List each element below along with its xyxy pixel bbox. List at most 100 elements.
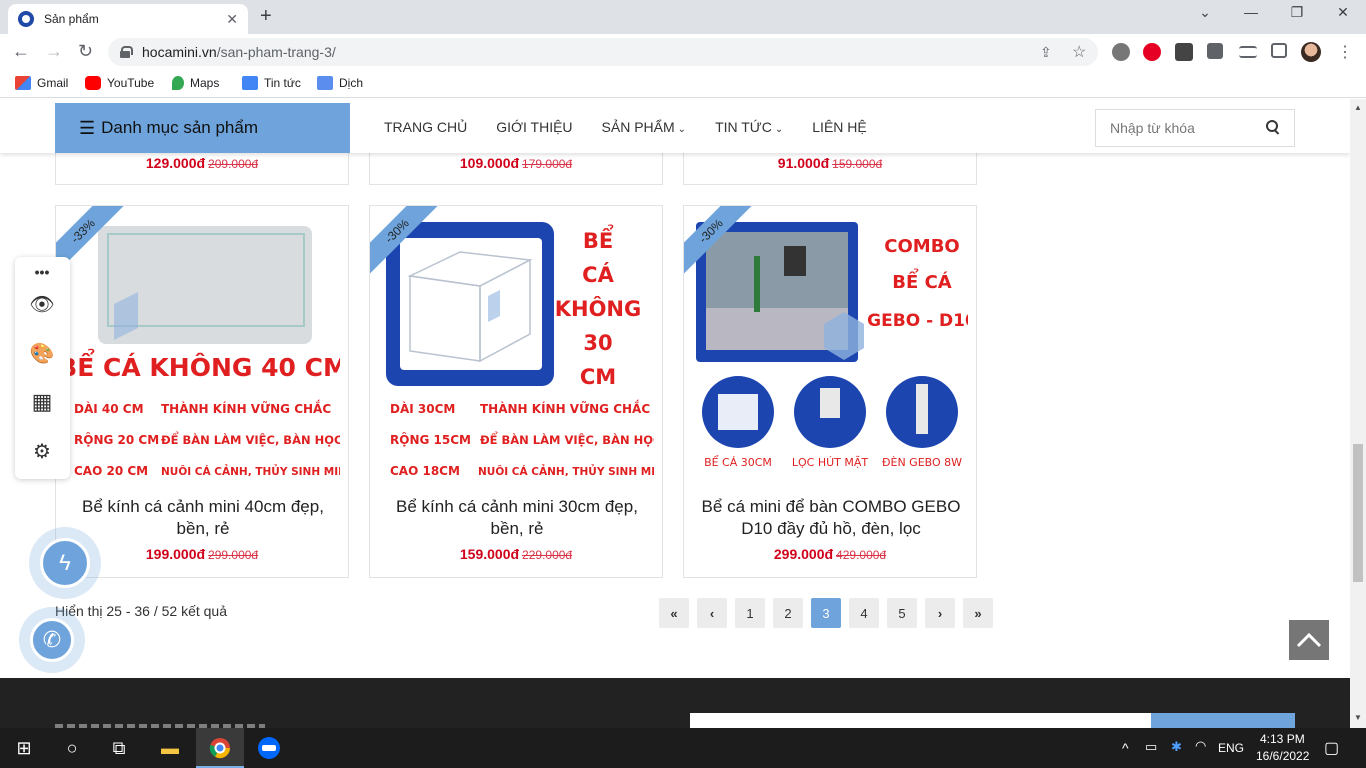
- category-menu-button[interactable]: ☰ Danh mục sản phẩm: [55, 103, 350, 153]
- side-panel-icon[interactable]: [1271, 43, 1287, 58]
- product-image[interactable]: BỂ CÁ KHÔNG 40 CM DÀI 40 CM RỘNG 20 CM C…: [66, 216, 340, 476]
- search-input[interactable]: [1110, 120, 1260, 136]
- nav-news[interactable]: TIN TỨC ⌄: [715, 119, 783, 135]
- notification-icon[interactable]: ▢: [1324, 738, 1339, 758]
- call-button[interactable]: ✆: [19, 607, 85, 673]
- bookmark-news[interactable]: Tin tức: [242, 76, 301, 90]
- bookmark-maps[interactable]: Maps: [172, 76, 219, 90]
- page-scrollbar[interactable]: ▲ ▼: [1350, 99, 1366, 728]
- nav-contact[interactable]: LIÊN HỆ: [812, 119, 866, 135]
- minimize-icon[interactable]: —: [1228, 4, 1274, 20]
- nav-about[interactable]: GIỚI THIỆU: [496, 119, 572, 135]
- first-page-icon[interactable]: «: [659, 598, 689, 628]
- bookmark-translate[interactable]: Dịch: [317, 76, 363, 90]
- page-link-current[interactable]: 3: [811, 598, 841, 628]
- windows-taskbar: ⊞ ○ ⧉ ▬ ^ ▭ ✱ ◠ ENG 4:13 PM 16/6/2022 ▢: [0, 728, 1366, 768]
- language-indicator[interactable]: ENG: [1218, 741, 1244, 755]
- page-link[interactable]: 1: [735, 598, 765, 628]
- search-circle-icon[interactable]: ○: [60, 736, 84, 760]
- extension-gear-icon[interactable]: [1112, 43, 1130, 61]
- mendeley-icon[interactable]: [1175, 43, 1193, 61]
- product-name[interactable]: Bể kính cá cảnh mini 40cm đẹp, bền, rẻ: [64, 496, 342, 540]
- pinterest-icon[interactable]: [1143, 43, 1161, 61]
- newsletter-submit-button[interactable]: [1151, 713, 1295, 728]
- search-form: [1095, 109, 1295, 147]
- page-viewport: ☰ Danh mục sản phẩm TRANG CHỦ GIỚI THIỆU…: [0, 99, 1350, 728]
- chevron-down-icon: ⌄: [774, 124, 784, 135]
- forward-icon[interactable]: →: [45, 41, 63, 62]
- browser-tab[interactable]: Sản phẩm ✕: [8, 4, 248, 34]
- google-news-icon: [242, 76, 258, 90]
- extensions-puzzle-icon[interactable]: [1207, 43, 1223, 59]
- bookmark-star-icon[interactable]: ☆: [1072, 42, 1086, 62]
- product-image[interactable]: COMBO BỂ CÁ GEBO - D10 BỂ CÁ 30CM LỌC HÚ…: [694, 216, 968, 476]
- image-headline: 30: [583, 331, 612, 355]
- filter-thumbnail-device: [820, 388, 840, 418]
- grid-icon[interactable]: ▦: [29, 389, 55, 415]
- browser-menu-icon[interactable]: ⋮: [1337, 42, 1353, 62]
- product-name[interactable]: Bể cá mini để bàn COMBO GEBO D10 đầy đủ …: [692, 496, 970, 540]
- close-window-icon[interactable]: ✕: [1320, 4, 1366, 21]
- bookmark-label: Maps: [190, 76, 220, 90]
- chrome-taskbar-item[interactable]: [196, 728, 244, 768]
- bluetooth-icon[interactable]: ✱: [1171, 739, 1182, 755]
- scroll-up-icon[interactable]: ▲: [1354, 103, 1362, 112]
- hamburger-icon: ☰: [79, 117, 96, 138]
- image-headline: BỂ CÁ: [892, 268, 951, 293]
- product-image[interactable]: BỂ CÁ KHÔNG 30 CM DÀI 30CM RỘNG 15CM CAO…: [380, 216, 654, 476]
- next-page-icon[interactable]: ›: [925, 598, 955, 628]
- restore-icon[interactable]: ❐: [1274, 4, 1320, 21]
- page-link[interactable]: 4: [849, 598, 879, 628]
- product-name[interactable]: Bể kính cá cảnh mini 30cm đẹp, bền, rẻ: [378, 496, 656, 540]
- maps-pin-icon: [172, 76, 184, 90]
- back-icon[interactable]: ←: [12, 41, 30, 62]
- scroll-down-icon[interactable]: ▼: [1354, 713, 1362, 722]
- battery-icon[interactable]: ▭: [1145, 739, 1157, 755]
- tab-search-chevron-icon[interactable]: ⌄: [1182, 4, 1228, 21]
- reload-icon[interactable]: ↻: [78, 41, 93, 62]
- bookmark-gmail[interactable]: Gmail: [15, 76, 68, 90]
- page-link[interactable]: 2: [773, 598, 803, 628]
- nav-products[interactable]: SẢN PHẨM ⌄: [602, 119, 687, 135]
- palette-icon[interactable]: 🎨: [29, 340, 55, 366]
- newsletter-input[interactable]: [690, 713, 1152, 728]
- image-feature: ĐỂ BÀN LÀM VIỆC, BÀN HỌC: [161, 430, 340, 447]
- back-to-top-button[interactable]: [1289, 620, 1329, 660]
- price: 159.000đ: [459, 546, 520, 562]
- close-tab-icon[interactable]: ✕: [226, 11, 238, 28]
- bookmark-youtube[interactable]: YouTube: [85, 76, 154, 90]
- media-control-icon[interactable]: [1239, 46, 1257, 58]
- eye-icon[interactable]: 👁: [29, 291, 55, 317]
- page-link[interactable]: 5: [887, 598, 917, 628]
- old-price: 179.000đ: [522, 157, 573, 171]
- zalo-icon[interactable]: [257, 736, 281, 760]
- product-card[interactable]: -30% COMBO BỂ CÁ GEBO - D10 BỂ CÁ 30CM L…: [683, 205, 977, 578]
- image-headline: KHÔNG: [555, 296, 642, 321]
- old-price: 229.000đ: [522, 548, 573, 562]
- nav-home[interactable]: TRANG CHỦ: [384, 119, 467, 135]
- search-icon[interactable]: [1266, 120, 1280, 134]
- task-view-icon[interactable]: ⧉: [107, 736, 131, 760]
- clock-date[interactable]: 16/6/2022: [1256, 749, 1309, 763]
- lock-icon: [120, 46, 133, 58]
- more-dots-icon[interactable]: •••: [29, 259, 55, 285]
- share-icon[interactable]: ⇪: [1040, 44, 1052, 61]
- scrollbar-thumb[interactable]: [1353, 444, 1363, 582]
- messenger-button[interactable]: ϟ: [29, 527, 101, 599]
- clock-time[interactable]: 4:13 PM: [1260, 732, 1305, 746]
- windows-start-icon[interactable]: ⊞: [12, 736, 36, 760]
- profile-avatar[interactable]: [1301, 42, 1321, 62]
- product-card[interactable]: -33% BỂ CÁ KHÔNG 40 CM DÀI 40 CM RỘNG 20…: [55, 205, 349, 578]
- last-page-icon[interactable]: »: [963, 598, 993, 628]
- tray-chevron-up-icon[interactable]: ^: [1122, 740, 1129, 756]
- site-favicon-icon: [18, 11, 34, 27]
- prev-page-icon[interactable]: ‹: [697, 598, 727, 628]
- product-card[interactable]: -30% BỂ CÁ KHÔNG 30 CM DÀI 30CM RỘNG 15C…: [369, 205, 663, 578]
- wifi-icon[interactable]: ◠: [1195, 738, 1206, 754]
- category-label: Danh mục sản phẩm: [101, 118, 259, 137]
- file-explorer-icon[interactable]: ▬: [158, 736, 182, 760]
- new-tab-icon[interactable]: +: [260, 5, 272, 28]
- address-bar[interactable]: hocamini.vn/san-pham-trang-3/ ⇪ ☆: [108, 38, 1098, 66]
- settings-gears-icon[interactable]: ⚙: [29, 438, 55, 464]
- nav-products-label: SẢN PHẨM: [601, 119, 675, 135]
